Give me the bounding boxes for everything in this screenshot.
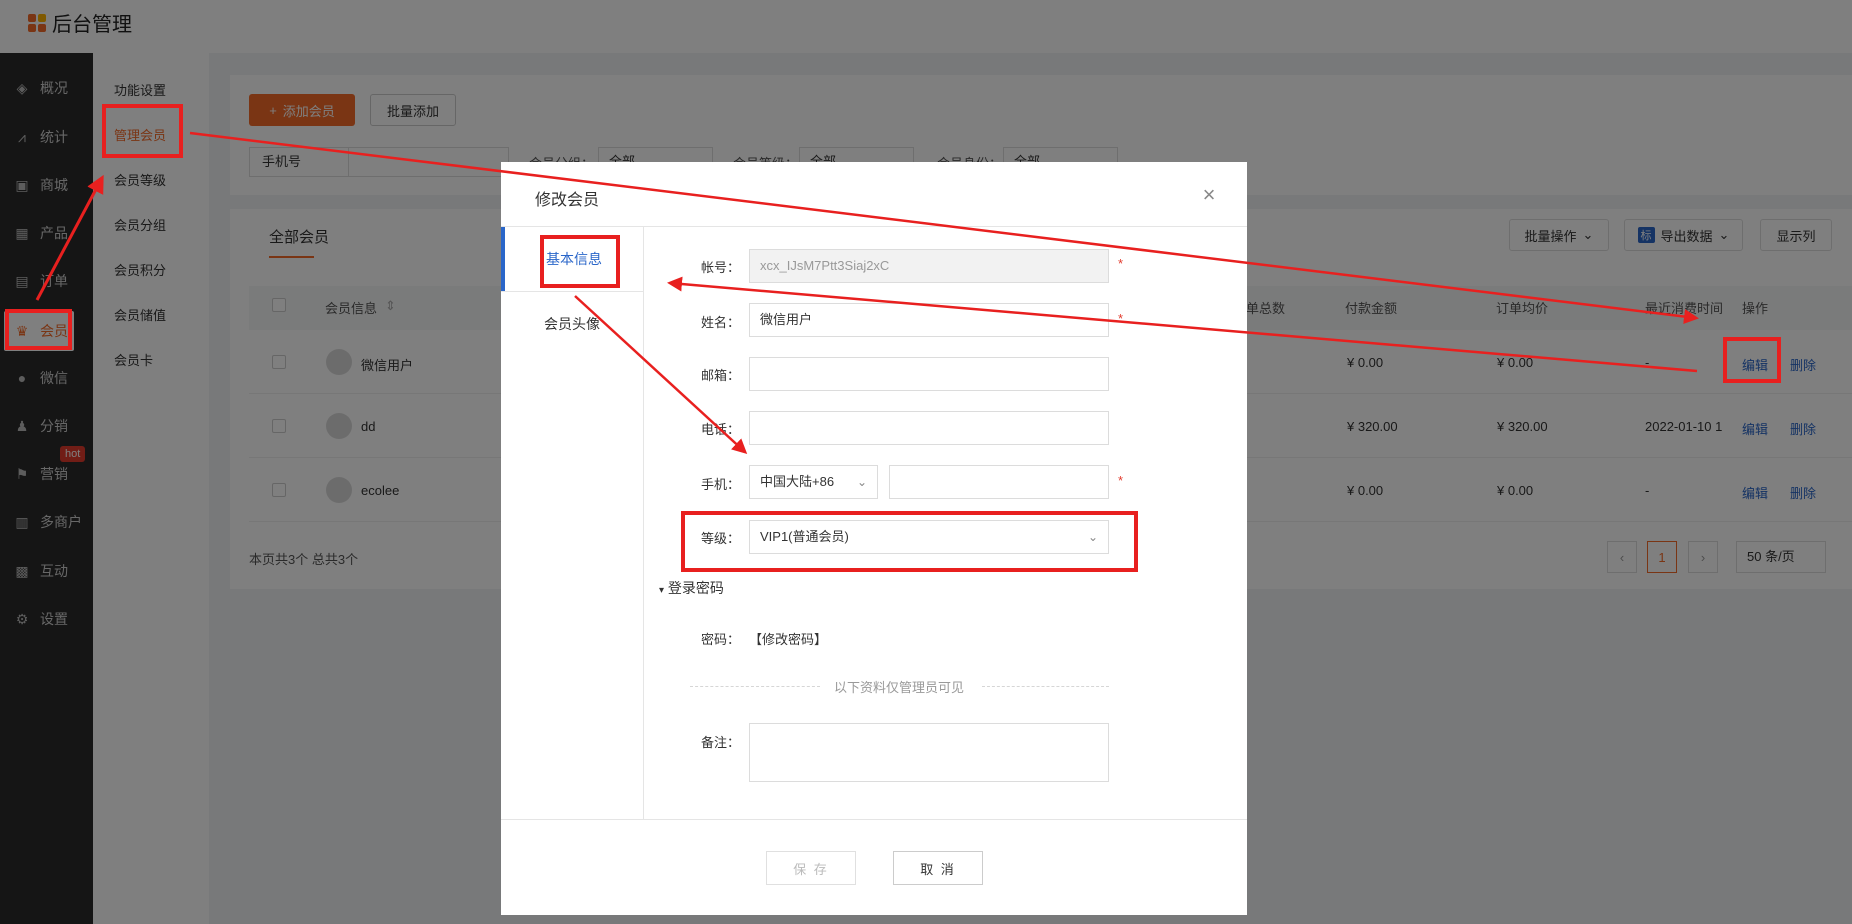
remark-textarea[interactable]: [749, 723, 1109, 782]
modal-title: 修改会员: [535, 192, 600, 209]
annotation-box-level: [681, 511, 1138, 572]
divider-left: [690, 686, 820, 687]
modal-footer-divider: [501, 819, 1247, 820]
mobile-label: 手机：: [700, 477, 740, 492]
email-field[interactable]: [749, 357, 1109, 391]
required-mark: *: [1118, 473, 1124, 488]
password-label: 密码：: [700, 632, 740, 647]
close-icon[interactable]: ×: [1198, 184, 1220, 206]
mobile-region-select[interactable]: 中国大陆+86 ⌄: [749, 465, 878, 499]
remark-label: 备注：: [700, 735, 740, 750]
divider-right: [982, 686, 1109, 687]
required-mark: *: [1118, 256, 1124, 271]
save-button[interactable]: 保 存: [766, 851, 856, 885]
phone-field[interactable]: [749, 411, 1109, 445]
phone-label: 电话：: [700, 422, 740, 437]
change-password-link[interactable]: 【修改密码】: [749, 629, 827, 648]
email-label: 邮箱：: [700, 368, 740, 383]
annotation-box-edit: [1723, 337, 1781, 383]
annotation-box-basic-info: [540, 235, 620, 288]
account-label: 帐号：: [700, 260, 740, 275]
mobile-field[interactable]: [889, 465, 1109, 499]
cancel-button[interactable]: 取 消: [893, 851, 983, 885]
tab-member-avatar[interactable]: 会员头像: [501, 292, 643, 356]
chevron-down-icon: ⌄: [856, 475, 867, 489]
required-mark: *: [1118, 311, 1124, 326]
caret-down-icon: ▾: [659, 585, 665, 596]
annotation-box-members: [5, 309, 72, 350]
account-field: xcx_IJsM7Ptt3Siaj2xC: [749, 249, 1109, 283]
annotation-box-manage-members: [102, 104, 183, 158]
admin-only-note: 以下资料仅管理员可见: [834, 680, 965, 695]
app-root: { "app": { "title": "后台管理" }, "sidebar":…: [0, 0, 1852, 924]
name-label: 姓名：: [700, 315, 740, 330]
login-password-section[interactable]: ▾ 登录密码: [659, 578, 724, 598]
name-field[interactable]: 微信用户: [749, 303, 1109, 337]
modal-tabs-divider: [643, 227, 644, 819]
